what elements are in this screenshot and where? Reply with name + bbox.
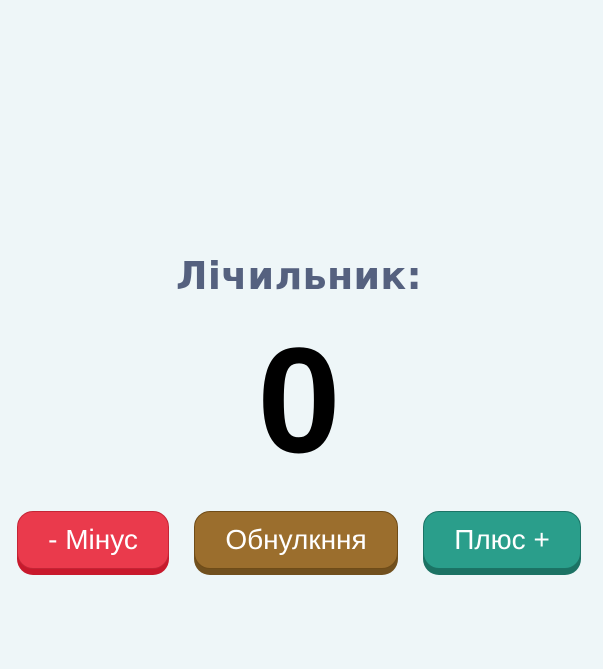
plus-button[interactable]: Плюс + <box>423 511 581 569</box>
counter-title: Лічильник: <box>175 254 423 298</box>
minus-button[interactable]: - Мінус <box>17 511 169 569</box>
counter-value: 0 <box>257 316 341 484</box>
reset-button[interactable]: Обнулкння <box>194 511 398 569</box>
